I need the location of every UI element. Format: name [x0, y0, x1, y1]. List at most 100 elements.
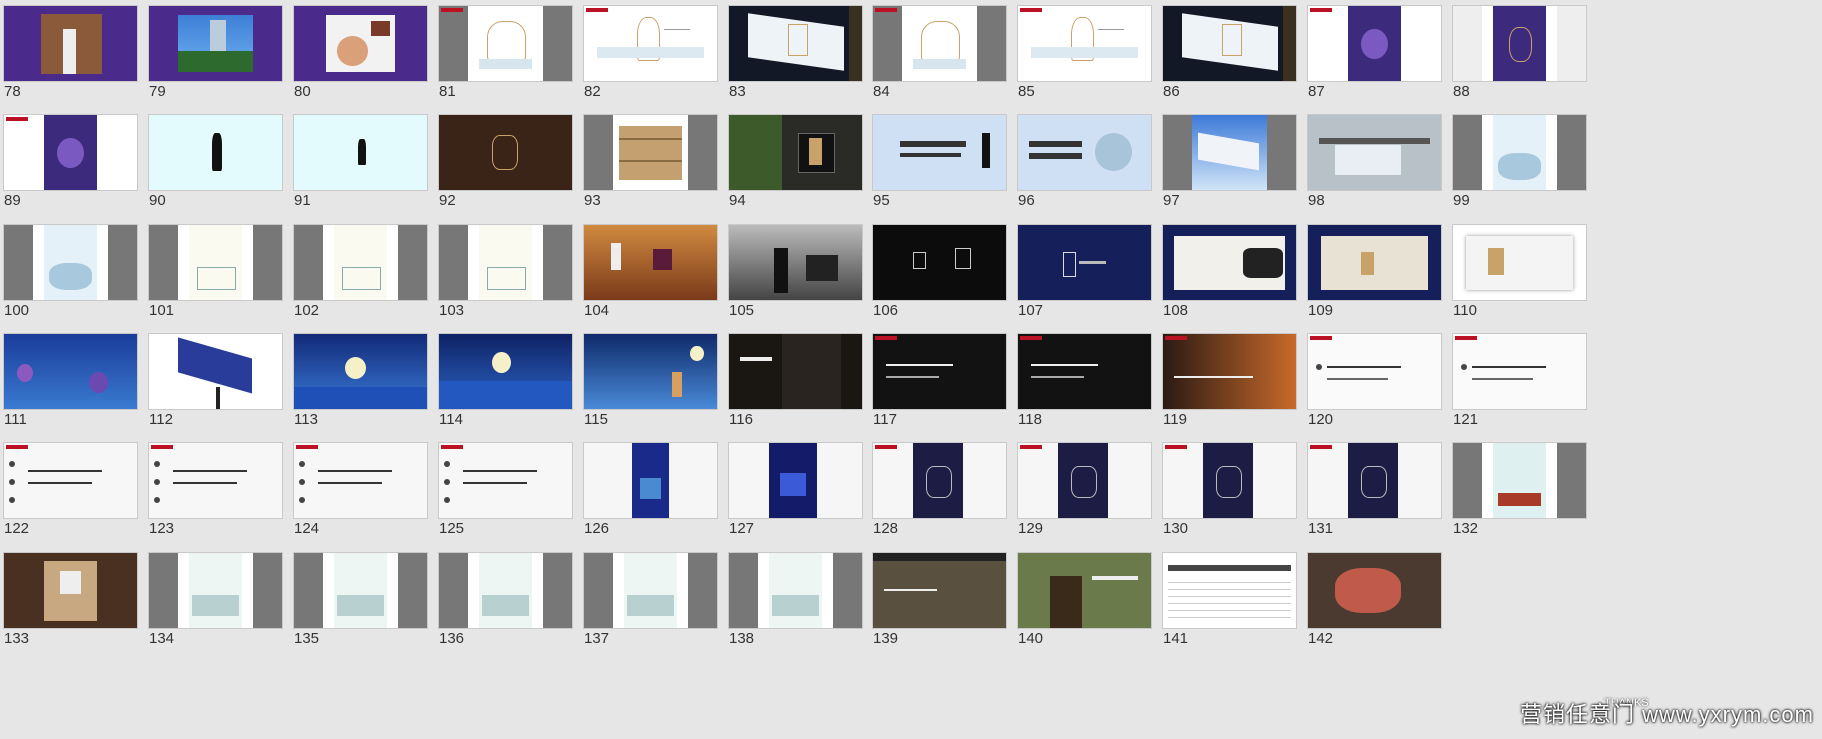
- slide-thumbnail[interactable]: 111: [0, 328, 168, 455]
- slide-sorter-grid: 78 79 80 81 82 83 84 85 86 87 88 89 90 91 92 93 94 95 96 97…: [0, 0, 1822, 739]
- slide-preview: [149, 115, 282, 190]
- slide-thumbnail[interactable]: 120: [1304, 328, 1472, 455]
- slide-thumbnail[interactable]: 121: [1449, 328, 1617, 455]
- slide-preview: [439, 443, 572, 518]
- slide-preview: [873, 225, 1006, 300]
- slide-thumbnail[interactable]: 98: [1304, 109, 1472, 236]
- slide-preview: [1163, 6, 1296, 81]
- slide-thumbnail[interactable]: 83: [725, 0, 893, 127]
- slide-number: 95: [873, 192, 890, 209]
- slide-thumbnail[interactable]: 133: [0, 547, 168, 674]
- slide-thumbnail[interactable]: 102: [290, 219, 458, 346]
- slide-preview: [4, 225, 137, 300]
- slide-preview: [584, 6, 717, 81]
- slide-thumbnail[interactable]: 117: [869, 328, 1037, 455]
- slide-thumbnail[interactable]: 80: [290, 0, 458, 127]
- slide-thumbnail[interactable]: 79: [145, 0, 313, 127]
- slide-thumbnail[interactable]: 106: [869, 219, 1037, 346]
- slide-thumbnail[interactable]: 142: [1304, 547, 1472, 674]
- slide-preview: [149, 334, 282, 409]
- slide-thumbnail[interactable]: 135: [290, 547, 458, 674]
- slide-thumbnail[interactable]: 139: [869, 547, 1037, 674]
- slide-thumbnail[interactable]: 96: [1014, 109, 1182, 236]
- slide-thumbnail[interactable]: 94: [725, 109, 893, 236]
- slide-thumbnail[interactable]: 110: [1449, 219, 1617, 346]
- slide-thumbnail[interactable]: 95: [869, 109, 1037, 236]
- slide-number: 96: [1018, 192, 1035, 209]
- slide-number: 110: [1453, 302, 1477, 319]
- slide-preview: [1453, 6, 1586, 81]
- slide-thumbnail[interactable]: 107: [1014, 219, 1182, 346]
- slide-thumbnail[interactable]: 140: [1014, 547, 1182, 674]
- slide-thumbnail[interactable]: 92: [435, 109, 603, 236]
- slide-number: 130: [1163, 520, 1189, 537]
- slide-thumbnail[interactable]: 87: [1304, 0, 1472, 127]
- slide-thumbnail[interactable]: 100: [0, 219, 168, 346]
- slide-thumbnail[interactable]: 99: [1449, 109, 1617, 236]
- slide-thumbnail[interactable]: 108: [1159, 219, 1327, 346]
- slide-number: 81: [439, 83, 456, 100]
- slide-thumbnail[interactable]: 90: [145, 109, 313, 236]
- slide-thumbnail[interactable]: 93: [580, 109, 748, 236]
- slide-thumbnail[interactable]: 119: [1159, 328, 1327, 455]
- slide-preview: [439, 225, 572, 300]
- slide-number: 93: [584, 192, 601, 209]
- slide-thumbnail[interactable]: 128: [869, 437, 1037, 564]
- slide-thumbnail[interactable]: 109: [1304, 219, 1472, 346]
- slide-number: 82: [584, 83, 601, 100]
- slide-thumbnail[interactable]: 137: [580, 547, 748, 674]
- slide-thumbnail[interactable]: 86: [1159, 0, 1327, 127]
- slide-thumbnail[interactable]: 82: [580, 0, 748, 127]
- slide-number: 90: [149, 192, 166, 209]
- slide-preview: [1018, 443, 1151, 518]
- slide-number: 133: [4, 630, 30, 647]
- slide-thumbnail[interactable]: 134: [145, 547, 313, 674]
- slide-preview: [4, 6, 137, 81]
- slide-thumbnail[interactable]: 105: [725, 219, 893, 346]
- slide-number: 101: [149, 302, 175, 319]
- slide-number: 142: [1308, 630, 1334, 647]
- slide-thumbnail[interactable]: 125: [435, 437, 603, 564]
- slide-preview: [149, 225, 282, 300]
- slide-thumbnail[interactable]: 103: [435, 219, 603, 346]
- slide-thumbnail[interactable]: 115: [580, 328, 748, 455]
- slide-thumbnail[interactable]: 118: [1014, 328, 1182, 455]
- slide-thumbnail[interactable]: 78: [0, 0, 168, 127]
- slide-preview: [1308, 6, 1441, 81]
- slide-number: 131: [1308, 520, 1334, 537]
- slide-thumbnail[interactable]: 126: [580, 437, 748, 564]
- slide-thumbnail[interactable]: 116: [725, 328, 893, 455]
- slide-number: 88: [1453, 83, 1470, 100]
- slide-thumbnail[interactable]: 123: [145, 437, 313, 564]
- slide-thumbnail[interactable]: 122: [0, 437, 168, 564]
- slide-number: 79: [149, 83, 166, 100]
- slide-thumbnail[interactable]: 113: [290, 328, 458, 455]
- slide-thumbnail[interactable]: 112: [145, 328, 313, 455]
- slide-thumbnail[interactable]: 114: [435, 328, 603, 455]
- slide-thumbnail[interactable]: 84: [869, 0, 1037, 127]
- slide-number: 140: [1018, 630, 1044, 647]
- slide-thumbnail[interactable]: 85: [1014, 0, 1182, 127]
- slide-thumbnail[interactable]: 88: [1449, 0, 1617, 127]
- slide-thumbnail[interactable]: 130: [1159, 437, 1327, 564]
- slide-thumbnail[interactable]: 131: [1304, 437, 1472, 564]
- slide-thumbnail[interactable]: 132: [1449, 437, 1617, 564]
- slide-thumbnail[interactable]: 129: [1014, 437, 1182, 564]
- slide-thumbnail[interactable]: 127: [725, 437, 893, 564]
- slide-thumbnail[interactable]: 138: [725, 547, 893, 674]
- slide-preview: [873, 553, 1006, 628]
- slide-number: 113: [294, 411, 318, 428]
- slide-thumbnail[interactable]: 104: [580, 219, 748, 346]
- slide-thumbnail[interactable]: 141: [1159, 547, 1327, 674]
- slide-number: 92: [439, 192, 456, 209]
- slide-number: 126: [584, 520, 610, 537]
- slide-thumbnail[interactable]: 124: [290, 437, 458, 564]
- slide-thumbnail[interactable]: 136: [435, 547, 603, 674]
- slide-thumbnail[interactable]: 91: [290, 109, 458, 236]
- slide-thumbnail[interactable]: 89: [0, 109, 168, 236]
- slide-thumbnail[interactable]: 101: [145, 219, 313, 346]
- slide-number: 135: [294, 630, 320, 647]
- slide-preview: [294, 225, 427, 300]
- slide-thumbnail[interactable]: 97: [1159, 109, 1327, 236]
- slide-thumbnail[interactable]: 81: [435, 0, 603, 127]
